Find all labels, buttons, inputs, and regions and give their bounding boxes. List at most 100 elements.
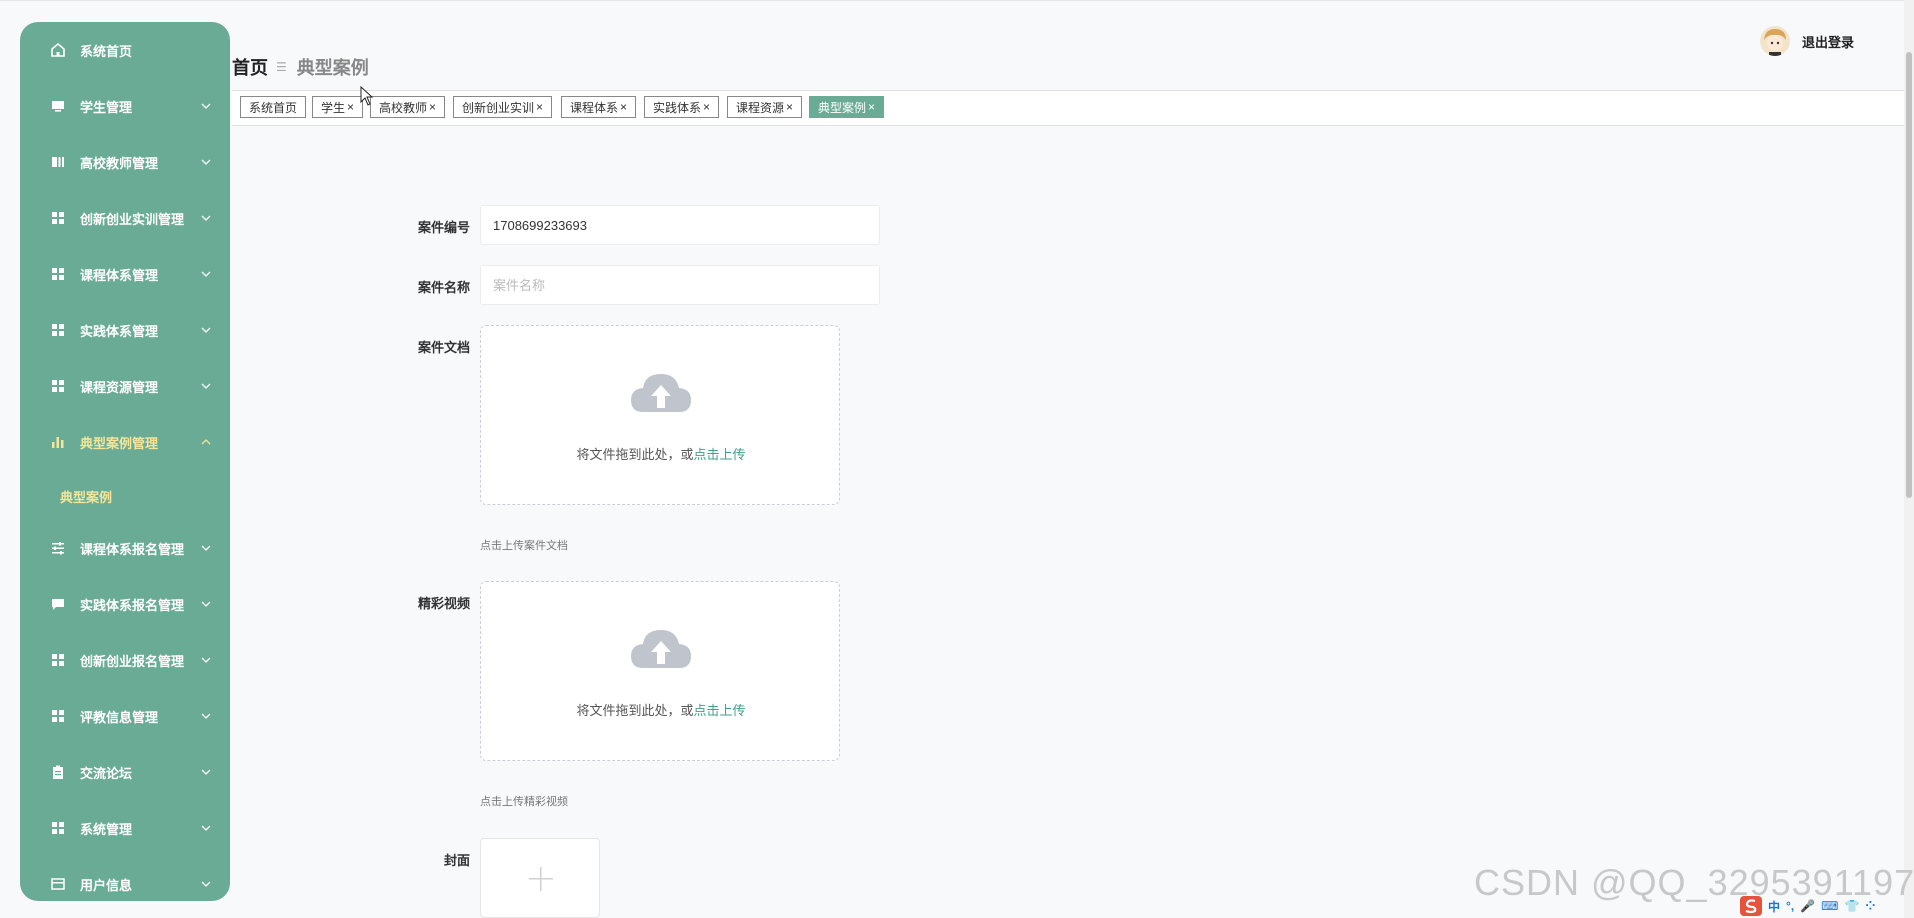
plus-icon [529,867,553,891]
breadcrumb: 首页 ☰ 典型案例 [232,54,369,80]
tag-teacher[interactable]: 高校教师 × [370,96,446,118]
close-icon[interactable]: × [868,100,875,114]
tags-bar: 系统首页 学生 × 高校教师 × 创新创业实训 × 课程体系 × 实践体系 × 课程资源 ×… [232,90,1904,126]
sidebar-item-evaluation[interactable]: 评教信息管理 [20,688,230,744]
click-upload-link[interactable]: 点击上传 [694,703,746,718]
close-icon[interactable]: × [703,100,710,114]
grid-icon [50,378,66,394]
grid-icon [50,210,66,226]
close-icon[interactable]: × [347,100,354,114]
case-name-input[interactable] [480,265,880,305]
card-icon [50,876,66,892]
chevron-down-icon [201,657,211,663]
chevron-down-icon [201,215,211,221]
sidebar-item-practice-system[interactable]: 实践体系管理 [20,302,230,358]
top-border [0,0,1914,1]
video-upload-dropzone[interactable]: 将文件拖到此处，或点击上传 [480,581,840,761]
sidebar: 系统首页 学生管理 高校教师管理 创新创业实训管理 课程体系管理 实践体系管理 [20,22,230,901]
close-icon[interactable]: × [786,100,793,114]
grid-icon [50,820,66,836]
grid-icon [50,652,66,668]
sidebar-item-home[interactable]: 系统首页 [20,22,230,78]
sidebar-item-course-system[interactable]: 课程体系管理 [20,246,230,302]
page-scrollbar[interactable] [1904,0,1914,918]
tag-student[interactable]: 学生 × [312,96,364,118]
sidebar-item-course-resource[interactable]: 课程资源管理 [20,358,230,414]
scrollbar-thumb[interactable] [1906,52,1912,498]
sidebar-item-student[interactable]: 学生管理 [20,78,230,134]
grid-icon [50,322,66,338]
chevron-down-icon [201,825,211,831]
upload-instruction: 将文件拖到此处，或点击上传 [576,703,746,718]
chevron-down-icon [201,545,211,551]
chevron-down-icon [201,769,211,775]
chevron-down-icon [201,713,211,719]
video-hint: 点击上传精彩视频 [480,796,568,808]
ime-toolbar: 中 °, 🎤 ⌨ 👕 ⁘ [1740,896,1910,916]
grid-icon [50,708,66,724]
tag-course-resource[interactable]: 课程资源 × [727,96,803,118]
chevron-down-icon [201,327,211,333]
sidebar-item-typical-case[interactable]: 典型案例管理 [20,414,230,470]
tag-innovation-training[interactable]: 创新创业实训 × [453,96,553,118]
chevron-down-icon [201,103,211,109]
case-name-label: 案件名称 [417,280,470,295]
columns-icon [50,154,66,170]
click-upload-link[interactable]: 点击上传 [694,447,746,462]
mouse-cursor-icon [360,86,374,106]
case-no-input[interactable] [480,205,880,245]
skin-icon[interactable]: 👕 [1844,899,1859,913]
tag-typical-case[interactable]: 典型案例 × [809,96,885,118]
tag-course-system[interactable]: 课程体系 × [561,96,637,118]
chevron-down-icon [201,159,211,165]
chevron-down-icon [201,881,211,887]
sidebar-item-practice-signup[interactable]: 实践体系报名管理 [20,576,230,632]
chevron-up-icon [201,439,211,445]
toolbox-icon[interactable]: ⁘ [1865,899,1875,913]
home-icon [50,42,66,58]
user-area: 退出登录 [1760,26,1854,56]
cover-label: 封面 [443,853,470,868]
ime-punctuation[interactable]: °, [1786,899,1794,913]
case-doc-label: 案件文档 [417,340,470,355]
video-label: 精彩视频 [417,596,470,611]
sidebar-item-course-signup[interactable]: 课程体系报名管理 [20,520,230,576]
case-no-label: 案件编号 [417,220,470,235]
breadcrumb-home[interactable]: 首页 [232,54,268,80]
case-doc-upload-dropzone[interactable]: 将文件拖到此处，或点击上传 [480,325,840,505]
sliders-icon [50,540,66,556]
avatar[interactable] [1760,26,1790,56]
sidebar-item-innovation-signup[interactable]: 创新创业报名管理 [20,632,230,688]
tag-home[interactable]: 系统首页 [240,96,307,118]
sidebar-item-system-management[interactable]: 系统管理 [20,800,230,856]
keyboard-icon[interactable]: ⌨ [1821,899,1838,913]
microphone-icon[interactable]: 🎤 [1800,899,1815,913]
tag-practice-system[interactable]: 实践体系 × [644,96,720,118]
upload-cloud-icon [631,630,691,668]
chevron-down-icon [201,271,211,277]
close-icon[interactable]: × [620,100,627,114]
upload-instruction: 将文件拖到此处，或点击上传 [576,447,746,462]
case-doc-hint: 点击上传案件文档 [480,540,568,552]
bar-chart-icon [50,434,66,450]
sidebar-item-user-info[interactable]: 用户信息 [20,856,230,901]
close-icon[interactable]: × [429,100,436,114]
submenu-item-typical-case[interactable]: 典型案例 [60,487,112,506]
sidebar-item-forum[interactable]: 交流论坛 [20,744,230,800]
sidebar-item-teacher[interactable]: 高校教师管理 [20,134,230,190]
cover-upload[interactable] [480,838,600,918]
clipboard-icon [50,764,66,780]
sogou-ime-icon[interactable] [1740,896,1762,916]
chevron-down-icon [201,601,211,607]
close-icon[interactable]: × [536,100,543,114]
chevron-down-icon [201,383,211,389]
upload-cloud-icon [631,374,691,412]
sidebar-item-innovation-training[interactable]: 创新创业实训管理 [20,190,230,246]
chat-icon [50,596,66,612]
monitor-icon [50,98,66,114]
breadcrumb-current: 典型案例 [296,58,369,78]
breadcrumb-separator-icon: ☰ [276,60,287,74]
grid-icon [50,266,66,282]
ime-chinese-mode[interactable]: 中 [1768,898,1780,915]
logout-button[interactable]: 退出登录 [1802,32,1854,51]
